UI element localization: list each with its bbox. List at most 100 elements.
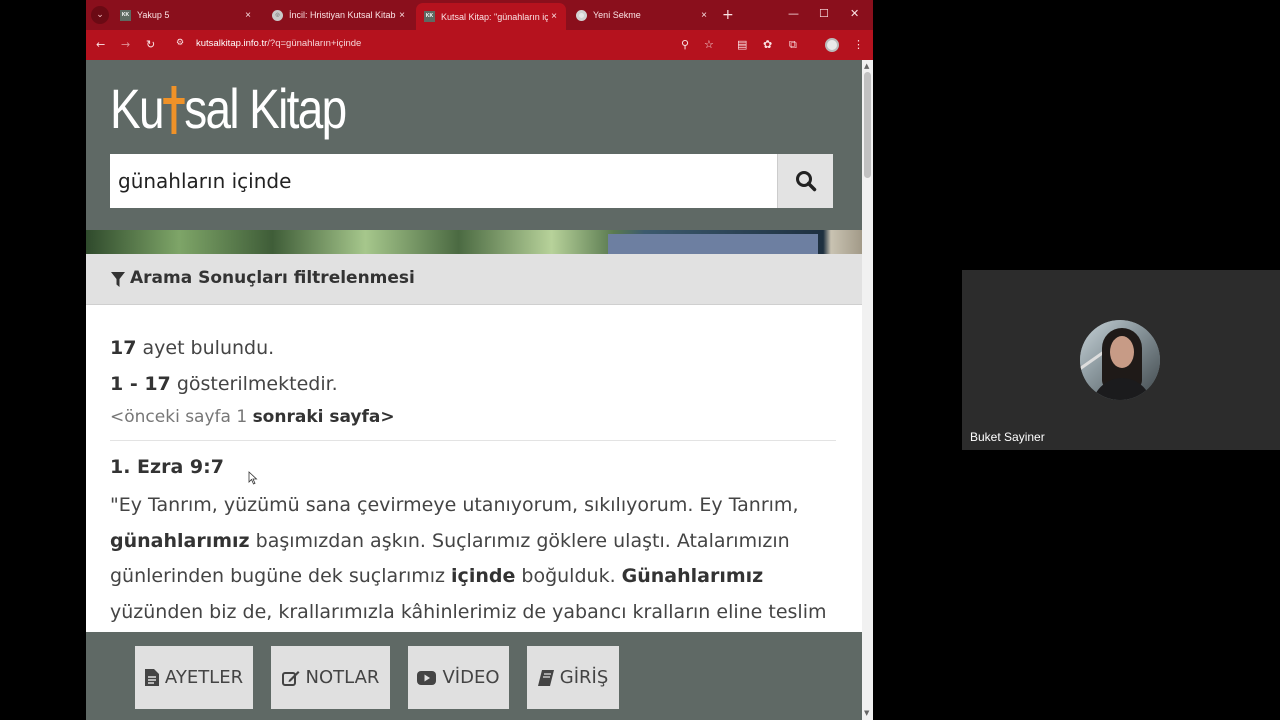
extension-icon[interactable]: ✿ [763, 37, 772, 53]
menu-dots-icon[interactable]: ⋮ [853, 37, 864, 53]
site-header: Ku sal Kitap günahların içinde [86, 60, 862, 230]
url-host: kutsalkitap.info.tr [196, 38, 268, 49]
tab-incil[interactable]: ◎ İncil: Hristiyan Kutsal Kitabı × [264, 0, 414, 30]
tab-search-icon[interactable]: ⌄ [91, 6, 109, 24]
book-icon [537, 669, 554, 686]
address-bar[interactable]: kutsalkitap.info.tr/?q=günahların+içinde [196, 38, 361, 49]
verse-text: "Ey Tanrım, yüzümü sana çevirmeye utanıy… [110, 488, 836, 630]
highlighted-match: Günahlarımız [621, 565, 764, 587]
tab-title: Kutsal Kitap: "günahların iç [441, 11, 548, 22]
highlighted-match: günahlarımız [110, 529, 250, 552]
search-results: 17 ayet bulundu. 1 - 17 gösterilmektedir… [110, 334, 836, 630]
desktop-screen: ⌄ KK Yakup 5 × ◎ İncil: Hristiyan Kutsal… [0, 0, 1280, 720]
nav-label: VİDEO [442, 667, 500, 688]
scroll-up-arrow-icon[interactable]: ▲ [864, 62, 869, 70]
count-suffix: ayet bulundu. [136, 337, 275, 359]
close-icon[interactable]: × [396, 10, 408, 21]
logo-text-left: Ku [110, 77, 165, 140]
logo-text-right: sal Kitap [184, 77, 347, 140]
results-count: 17 ayet bulundu. [110, 334, 836, 370]
nav-label: AYETLER [164, 667, 244, 688]
close-icon[interactable]: × [242, 10, 254, 21]
verse-line: yüzünden biz de, krallarımızla kâhinleri… [110, 595, 836, 631]
divider [110, 440, 836, 441]
cross-icon [162, 84, 185, 134]
search-button[interactable] [777, 154, 833, 208]
tab-title: Yeni Sekme [593, 10, 641, 20]
scrollbar-thumb[interactable] [864, 72, 871, 178]
edit-icon [281, 670, 300, 686]
search-icon [796, 171, 817, 192]
pagination: <önceki sayfa 1 sonraki sayfa> [110, 406, 836, 440]
search-input[interactable]: günahların içinde [110, 154, 777, 208]
window-close-icon[interactable]: ✕ [850, 7, 859, 21]
back-arrow-icon[interactable]: ← [96, 37, 105, 53]
page-scrollbar[interactable]: ▲ ▼ [862, 60, 873, 720]
site-logo[interactable]: Ku sal Kitap [110, 76, 347, 141]
tab-kutsal-kitap-search[interactable]: KK Kutsal Kitap: "günahların iç × [416, 3, 566, 30]
new-tab-button[interactable]: + [722, 6, 734, 24]
browser-toolbar: ← → ↻ ⚙ kutsalkitap.info.tr/?q=günahları… [86, 30, 873, 60]
filter-label: Arama Sonuçları filtrelenmesi [130, 268, 415, 288]
range-suffix: gösterilmektedir. [170, 373, 338, 395]
kk-favicon-icon: KK [120, 9, 131, 21]
verse-line: günahlarımız başımızdan aşkın. Suçlarımı… [110, 524, 836, 560]
video-call-participant-tile[interactable]: Buket Sayiner [962, 270, 1280, 450]
nav-ayetler-button[interactable]: AYETLER [135, 646, 253, 709]
count-value: 17 [110, 337, 137, 359]
site-info-icon[interactable]: ⚙ [176, 38, 184, 48]
minimize-icon[interactable]: — [788, 7, 799, 21]
banner-sky [608, 234, 818, 254]
prev-page-link[interactable]: <önceki sayfa [110, 407, 231, 427]
verse-line: günlerinden bugüne dek suçlarımız içinde… [110, 559, 836, 595]
tab-bar: ⌄ KK Yakup 5 × ◎ İncil: Hristiyan Kutsal… [86, 0, 873, 30]
page-number: 1 [230, 407, 253, 427]
verse-segment: boğulduk. [515, 565, 622, 587]
nav-notlar-button[interactable]: NOTLAR [271, 646, 390, 709]
nav-video-button[interactable]: VİDEO [408, 646, 509, 709]
results-range: 1 - 17 gösterilmektedir. [110, 370, 836, 406]
globe-favicon-icon: ◎ [272, 9, 283, 21]
tab-yakup[interactable]: KK Yakup 5 × [112, 0, 260, 30]
bookmark-star-icon[interactable]: ☆ [704, 37, 714, 53]
forward-arrow-icon[interactable]: → [121, 37, 130, 53]
range-value: 1 - 17 [110, 373, 171, 395]
banner-image [86, 230, 862, 254]
avatar-face [1110, 336, 1134, 368]
filter-icon [111, 272, 125, 287]
web-page: Ku sal Kitap günahların içinde Arama Sonu… [86, 60, 862, 720]
close-icon[interactable]: × [698, 10, 710, 21]
url-path: /?q=günahların+içinde [267, 38, 362, 49]
verse-line: "Ey Tanrım, yüzümü sana çevirmeye utanıy… [110, 488, 836, 524]
profile-avatar[interactable] [825, 38, 839, 52]
nav-label: NOTLAR [305, 667, 380, 688]
nav-giris-button[interactable]: GİRİŞ [527, 646, 619, 709]
chrome-favicon-icon [576, 9, 587, 21]
next-page-link[interactable]: sonraki sayfa> [253, 407, 395, 427]
tab-title: Yakup 5 [137, 10, 170, 20]
verse-segment: yüzünden biz de, krallarımızla kâhinleri… [110, 600, 827, 623]
close-icon[interactable]: × [548, 11, 560, 22]
translate-icon[interactable]: ▤ [737, 37, 747, 53]
puzzle-icon[interactable]: ⧉ [789, 37, 797, 53]
verse-reference-link[interactable]: 1. Ezra 9:7 [110, 455, 836, 488]
participant-avatar [1080, 320, 1160, 400]
verse-segment: "Ey Tanrım, yüzümü sana çevirmeye utanıy… [110, 494, 799, 516]
zoom-icon[interactable]: ⚲ [681, 37, 689, 53]
search-filter-toggle[interactable]: Arama Sonuçları filtrelenmesi [86, 254, 862, 305]
browser-window: ⌄ KK Yakup 5 × ◎ İncil: Hristiyan Kutsal… [86, 0, 873, 720]
youtube-icon [417, 670, 437, 685]
highlighted-match: içinde [451, 565, 516, 587]
bottom-navigation: AYETLER NOTLAR VİDEO GİRİŞ [86, 632, 862, 720]
verse-segment: başımızdan aşkın. Suçlarımız göklere ula… [249, 529, 790, 552]
kk-favicon-icon: KK [424, 11, 435, 22]
nav-label: GİRİŞ [559, 667, 609, 688]
tab-new-tab[interactable]: Yeni Sekme × [568, 0, 716, 30]
scroll-down-arrow-icon[interactable]: ▼ [864, 709, 869, 717]
file-icon [144, 669, 159, 686]
tab-title: İncil: Hristiyan Kutsal Kitabı [289, 10, 396, 20]
verse-segment: günlerinden bugüne dek suçlarımız [110, 565, 452, 587]
maximize-icon[interactable]: ☐ [819, 7, 829, 21]
mouse-cursor-icon [248, 471, 258, 485]
reload-icon[interactable]: ↻ [146, 37, 155, 53]
